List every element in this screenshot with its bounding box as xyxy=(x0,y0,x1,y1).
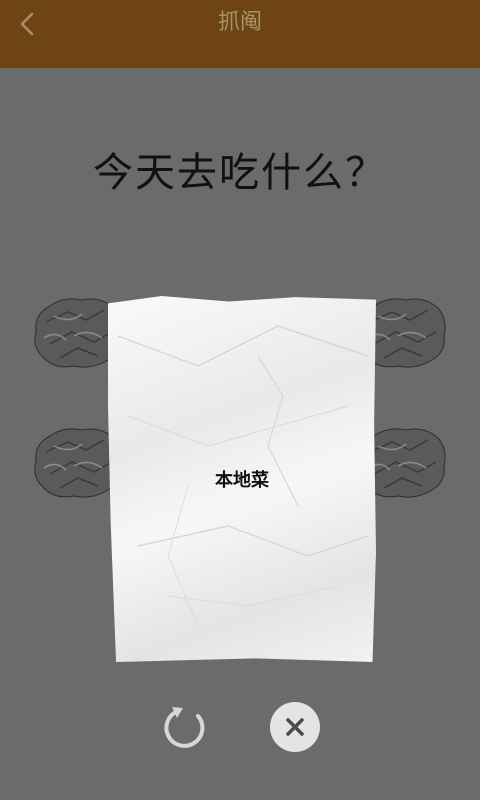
app-header: 抓阄 xyxy=(0,0,480,68)
refresh-button[interactable] xyxy=(160,702,210,752)
close-icon xyxy=(286,718,304,736)
lottery-screen: 抓阄 今天去吃什么？ 本地菜 xyxy=(0,0,480,800)
result-text: 本地菜 xyxy=(215,470,269,491)
question-text: 今天去吃什么？ xyxy=(93,150,387,196)
result-paper: 本地菜 xyxy=(108,296,376,662)
close-button[interactable] xyxy=(270,702,320,752)
page-title: 抓阄 xyxy=(217,10,262,35)
refresh-icon xyxy=(164,707,205,748)
